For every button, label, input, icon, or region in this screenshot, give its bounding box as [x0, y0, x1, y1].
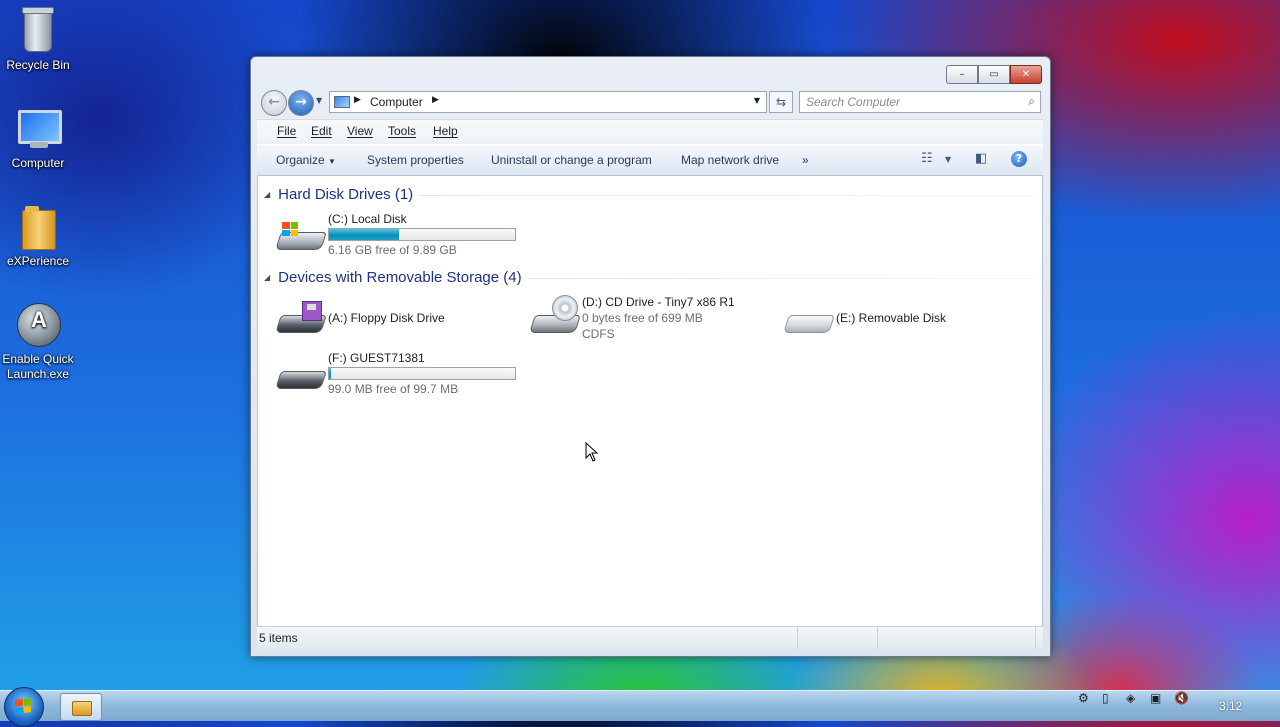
recycle-bin-icon [14, 6, 62, 54]
search-box[interactable]: ⌕ [799, 91, 1041, 113]
group-title: Hard Disk Drives (1) [278, 186, 414, 203]
change-view-icon[interactable]: ☷ [921, 151, 933, 166]
collapse-triangle-icon[interactable]: ◢ [264, 273, 270, 282]
uninstall-program-button[interactable]: Uninstall or change a program [491, 153, 652, 167]
removable-disk-icon [275, 357, 327, 397]
menu-help[interactable]: Help [433, 124, 458, 138]
desktop-icon-recycle-bin[interactable]: Recycle Bin [0, 6, 76, 73]
drive-filesystem: CDFS [582, 327, 615, 341]
preview-pane-icon[interactable]: ◧ [975, 151, 987, 166]
status-divider [1035, 627, 1036, 649]
drive-name: (A:) Floppy Disk Drive [328, 311, 445, 325]
quick-launch-icon: A [14, 300, 62, 348]
start-button[interactable] [4, 687, 44, 727]
address-bar[interactable]: ▶ Computer ▶ ▼ [329, 91, 767, 113]
navigation-row: ← → ▼ ▶ Computer ▶ ▼ ⇆ ⌕ [259, 89, 1042, 116]
clock[interactable]: 3:12 [1219, 699, 1242, 713]
computer-icon [14, 104, 62, 152]
folder-icon [14, 202, 62, 250]
floppy-drive-icon [275, 301, 327, 341]
capacity-bar-fill [329, 229, 400, 240]
removable-disk-icon [783, 301, 835, 341]
refresh-button[interactable]: ⇆ [769, 91, 793, 113]
drive-free-space: 99.0 MB free of 99.7 MB [328, 382, 459, 396]
menu-bar: File Edit View Tools Help [257, 119, 1043, 144]
cd-drive-icon [529, 295, 581, 341]
computer-icon [334, 96, 350, 108]
map-network-drive-button[interactable]: Map network drive [681, 153, 779, 167]
address-dropdown-icon[interactable]: ▼ [754, 96, 760, 105]
capacity-bar [328, 228, 516, 241]
drive-item-a[interactable]: (A:) Floppy Disk Drive [275, 295, 526, 347]
desktop-icon-label: Enable Quick Launch.exe [2, 352, 74, 381]
capacity-bar [328, 367, 516, 380]
file-view[interactable]: ◢ Hard Disk Drives (1) (C:) Local Disk 6.… [257, 175, 1043, 627]
drive-name: (D:) CD Drive - Tiny7 x86 R1 [582, 295, 735, 309]
desktop-icon-experience[interactable]: eXPerience [0, 202, 76, 269]
menu-file[interactable]: File [277, 124, 296, 138]
capacity-bar-fill [329, 368, 331, 379]
help-icon[interactable]: ? [1011, 151, 1027, 167]
chevron-down-icon: ▼ [328, 157, 336, 166]
menu-edit[interactable]: Edit [311, 124, 332, 138]
drive-item-e[interactable]: (E:) Removable Disk [783, 295, 1034, 347]
command-bar: Organize ▼ System properties Uninstall o… [257, 144, 1043, 176]
forward-button[interactable]: → [288, 90, 314, 116]
desktop-icon-label: Computer [11, 156, 65, 170]
menu-tools[interactable]: Tools [388, 124, 416, 138]
group-divider [528, 278, 1034, 279]
recent-pages-dropdown[interactable]: ▼ [316, 96, 322, 105]
group-hard-disk-drives[interactable]: ◢ Hard Disk Drives (1) [264, 186, 413, 203]
drive-item-c[interactable]: (C:) Local Disk 6.16 GB free of 9.89 GB [275, 212, 526, 264]
organize-label: Organize [276, 153, 325, 167]
forward-arrow-icon: → [295, 94, 307, 110]
collapse-triangle-icon[interactable]: ◢ [264, 190, 270, 199]
maximize-icon: ▭ [989, 69, 999, 80]
drive-name: (E:) Removable Disk [836, 311, 947, 325]
hard-disk-icon [275, 218, 327, 258]
system-properties-button[interactable]: System properties [367, 153, 464, 167]
taskbar: ⚙ ▯ ◈ ▣ 🔇 3:12 [0, 687, 1280, 727]
back-arrow-icon: ← [268, 94, 280, 110]
drive-name: (C:) Local Disk [328, 212, 407, 226]
drive-free-space: 6.16 GB free of 9.89 GB [328, 243, 457, 257]
organize-button[interactable]: Organize ▼ [276, 153, 336, 167]
desktop-icon-label: Recycle Bin [6, 58, 70, 72]
group-removable-storage[interactable]: ◢ Devices with Removable Storage (4) [264, 269, 522, 286]
breadcrumb-arrow-icon[interactable]: ▶ [432, 95, 439, 105]
caption-buttons: – ▭ ✕ [946, 65, 1042, 84]
breadcrumb-arrow-icon[interactable]: ▶ [354, 95, 361, 105]
close-button[interactable]: ✕ [1010, 65, 1042, 84]
view-options-dropdown-icon[interactable]: ▼ [945, 155, 951, 164]
close-icon: ✕ [1021, 69, 1031, 80]
group-divider [418, 195, 1034, 196]
status-bar: 5 items [257, 626, 1043, 649]
windows-logo-icon [15, 698, 31, 714]
drive-item-f[interactable]: (F:) GUEST71381 99.0 MB free of 99.7 MB [275, 351, 526, 403]
minimize-icon: – [959, 69, 965, 80]
status-divider [877, 627, 878, 649]
drive-free-space: 0 bytes free of 699 MB [582, 311, 703, 325]
explorer-window[interactable]: – ▭ ✕ ← → ▼ ▶ Computer ▶ ▼ ⇆ ⌕ File Edit… [250, 56, 1051, 657]
taskbar-explorer-button[interactable] [60, 693, 102, 721]
drive-item-d[interactable]: (D:) CD Drive - Tiny7 x86 R1 0 bytes fre… [529, 295, 780, 347]
breadcrumb-computer[interactable]: Computer [370, 95, 423, 109]
back-button[interactable]: ← [261, 90, 287, 116]
status-divider [797, 627, 798, 649]
menu-view[interactable]: View [347, 124, 373, 138]
group-title: Devices with Removable Storage (4) [278, 269, 522, 286]
search-icon[interactable]: ⌕ [1028, 94, 1035, 109]
maximize-button[interactable]: ▭ [978, 65, 1010, 84]
desktop-icon-enable-quick-launch[interactable]: A Enable Quick Launch.exe [0, 300, 76, 382]
search-input[interactable] [804, 94, 1008, 110]
desktop-icon-label: eXPerience [6, 254, 70, 268]
desktop-icon-computer[interactable]: Computer [0, 104, 76, 171]
more-commands-button[interactable]: » [802, 153, 809, 167]
folder-icon [72, 701, 92, 716]
drive-name: (F:) GUEST71381 [328, 351, 425, 365]
status-item-count: 5 items [259, 631, 298, 645]
minimize-button[interactable]: – [946, 65, 978, 84]
